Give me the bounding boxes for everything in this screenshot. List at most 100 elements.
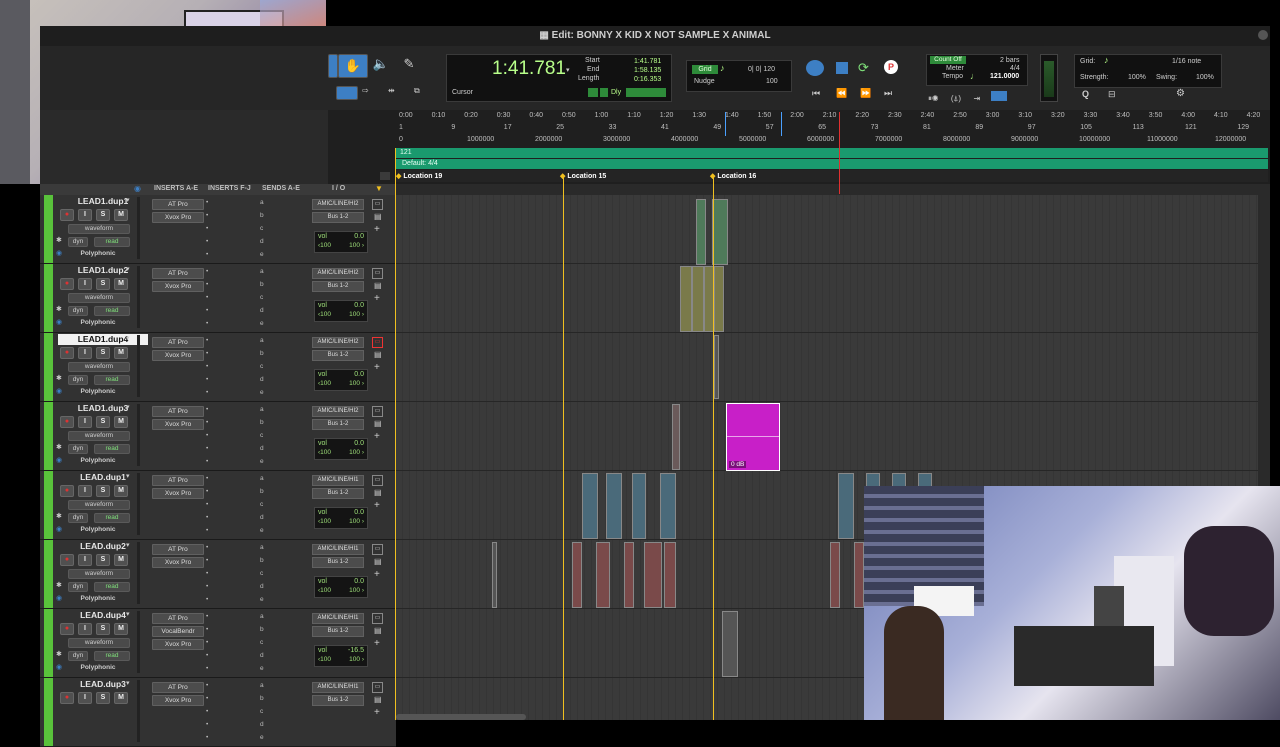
input-selector[interactable]: AMIC/LINE/HI1 xyxy=(312,613,364,624)
audio-clip[interactable] xyxy=(624,542,634,608)
playlist-selector[interactable]: dyn xyxy=(68,237,88,247)
track-name[interactable]: LEAD.dup3 xyxy=(58,679,148,690)
insert-fj-slot[interactable]: • xyxy=(206,583,208,590)
mute-button[interactable]: M xyxy=(114,209,128,221)
track-notes-icon[interactable]: ▭ xyxy=(372,682,383,693)
volume-pan-display[interactable]: vol 0.0 ‹100 100 › xyxy=(314,438,368,460)
solo-button[interactable]: S xyxy=(96,209,110,221)
insert-fj-slot[interactable]: • xyxy=(206,695,208,702)
insert-slot[interactable]: Xvox Pro xyxy=(152,419,204,430)
audio-clip[interactable] xyxy=(830,542,840,608)
comments-icon[interactable]: ▤ xyxy=(374,350,382,359)
marker-location-19[interactable]: ◆ Location 19 xyxy=(396,172,442,180)
insert-fj-slot[interactable]: • xyxy=(206,596,208,603)
track-view-selector[interactable]: waveform xyxy=(68,500,130,510)
audio-clip[interactable] xyxy=(838,473,854,539)
grid-button[interactable]: Grid xyxy=(692,65,718,74)
volume-value[interactable]: 0.0 xyxy=(354,371,364,378)
send-slot[interactable]: d xyxy=(260,376,264,383)
automation-mode-selector[interactable]: read xyxy=(94,306,130,316)
insert-fj-slot[interactable]: • xyxy=(206,734,208,741)
output-selector[interactable]: Bus 1-2 xyxy=(312,419,364,430)
audio-clip[interactable] xyxy=(596,542,610,608)
audio-clip[interactable] xyxy=(606,473,622,539)
bars-beats-ruler[interactable]: 1 9 17 25 33 41 49 57 65 73 81 89 97 105 113 121 129 xyxy=(396,124,1258,134)
insert-slot[interactable]: AT Pro xyxy=(152,406,204,417)
track-lane[interactable] xyxy=(396,402,1258,471)
freeze-icon[interactable]: ✱ xyxy=(56,512,62,520)
record-arm-button[interactable]: ● xyxy=(60,209,74,221)
track-view-selector[interactable]: waveform xyxy=(68,569,130,579)
track-color-strip[interactable] xyxy=(44,264,53,332)
input-monitor-button[interactable]: I xyxy=(78,347,92,359)
track-notes-icon[interactable]: ▭ xyxy=(372,544,383,555)
input-selector[interactable]: AMIC/LINE/HI2 xyxy=(312,337,364,348)
timebase-icon[interactable]: ◉ xyxy=(56,594,62,602)
insert-slot[interactable]: AT Pro xyxy=(152,268,204,279)
mute-button[interactable]: M xyxy=(114,347,128,359)
end-value[interactable]: 1:58.135 xyxy=(634,67,661,74)
insert-fj-slot[interactable]: • xyxy=(206,363,208,370)
marker-location-16[interactable]: ◆ Location 16 xyxy=(710,172,756,180)
marker-location-15[interactable]: ◆ Location 15 xyxy=(560,172,606,180)
volume-pan-display[interactable]: vol 0.0 ‹100 100 › xyxy=(314,300,368,322)
insert-fj-slot[interactable]: • xyxy=(206,376,208,383)
track-notes-icon[interactable]: ▭ xyxy=(372,406,383,417)
send-slot[interactable]: e xyxy=(260,251,264,258)
main-counter[interactable]: 1:41.781 xyxy=(470,58,566,80)
send-slot[interactable]: a xyxy=(260,337,264,344)
insert-fj-slot[interactable]: • xyxy=(206,639,208,646)
metronome-icon[interactable]: (⍋) xyxy=(951,94,961,103)
elastic-audio-mode[interactable]: Polyphonic xyxy=(68,319,128,327)
track-menu-icon[interactable]: ▾ xyxy=(126,196,130,204)
playlist-selector[interactable]: dyn xyxy=(68,375,88,385)
elastic-audio-mode[interactable]: Polyphonic xyxy=(68,457,128,465)
track-notes-icon[interactable]: ▭ xyxy=(372,268,383,279)
insert-fj-slot[interactable]: • xyxy=(206,488,208,495)
insert-fj-slot[interactable]: • xyxy=(206,419,208,426)
volume-pan-display[interactable]: vol 0.0 ‹100 100 › xyxy=(314,231,368,253)
timebase-icon[interactable]: ◉ xyxy=(56,249,62,257)
comments-icon[interactable]: ▤ xyxy=(374,488,382,497)
timebase-icon[interactable]: ◉ xyxy=(56,456,62,464)
send-slot[interactable]: a xyxy=(260,199,264,206)
insert-slot[interactable]: AT Pro xyxy=(152,337,204,348)
record-arm-button[interactable]: ● xyxy=(60,692,74,704)
output-selector[interactable]: Bus 1-2 xyxy=(312,695,364,706)
length-value[interactable]: 0:16.353 xyxy=(634,76,661,83)
automation-mode-selector[interactable]: read xyxy=(94,375,130,385)
send-slot[interactable]: d xyxy=(260,238,264,245)
wait-for-note-icon[interactable]: ⏸◉ xyxy=(928,94,938,103)
elastic-audio-mode[interactable]: Polyphonic xyxy=(68,526,128,534)
ruler-view-button[interactable] xyxy=(380,172,390,180)
mute-button[interactable]: M xyxy=(114,692,128,704)
insert-fj-slot[interactable]: • xyxy=(206,527,208,534)
insert-fj-slot[interactable]: • xyxy=(206,389,208,396)
volume-pan-display[interactable]: vol 0.0 ‹100 100 › xyxy=(314,576,368,598)
audio-clip[interactable] xyxy=(664,542,676,608)
gear-icon[interactable]: ⚙ xyxy=(1176,88,1185,99)
horizontal-scrollbar[interactable] xyxy=(396,714,526,720)
output-selector[interactable]: Bus 1-2 xyxy=(312,281,364,292)
insert-fj-slot[interactable]: • xyxy=(206,613,208,620)
output-selector[interactable]: Bus 1-2 xyxy=(312,212,364,223)
solo-button[interactable]: S xyxy=(96,554,110,566)
track-view-icon[interactable]: ◉ xyxy=(134,184,141,193)
input-monitor-button[interactable]: I xyxy=(78,692,92,704)
tempo-value[interactable]: 121.0000 xyxy=(990,73,1019,80)
timebase-icon[interactable]: ◉ xyxy=(56,525,62,533)
insert-fj-slot[interactable]: • xyxy=(206,652,208,659)
rewind-to-start-button[interactable]: ⏮ xyxy=(812,88,820,99)
pan-left[interactable]: ‹100 xyxy=(318,449,331,456)
insert-slot[interactable]: AT Pro xyxy=(152,544,204,555)
add-lane-icon[interactable]: + xyxy=(374,707,380,718)
volume-pan-display[interactable]: vol 0.0 ‹100 100 › xyxy=(314,507,368,529)
stop-button[interactable] xyxy=(836,62,848,74)
pan-right[interactable]: 100 › xyxy=(349,518,364,525)
send-slot[interactable]: a xyxy=(260,682,264,689)
samples-ruler[interactable]: 0 1000000 2000000 3000000 4000000 5000000 6000… xyxy=(396,136,1258,146)
insert-fj-slot[interactable]: • xyxy=(206,320,208,327)
input-selector[interactable]: AMIC/LINE/HI2 xyxy=(312,268,364,279)
insert-slot[interactable]: AT Pro xyxy=(152,613,204,624)
track-menu-icon[interactable]: ▾ xyxy=(126,334,130,342)
